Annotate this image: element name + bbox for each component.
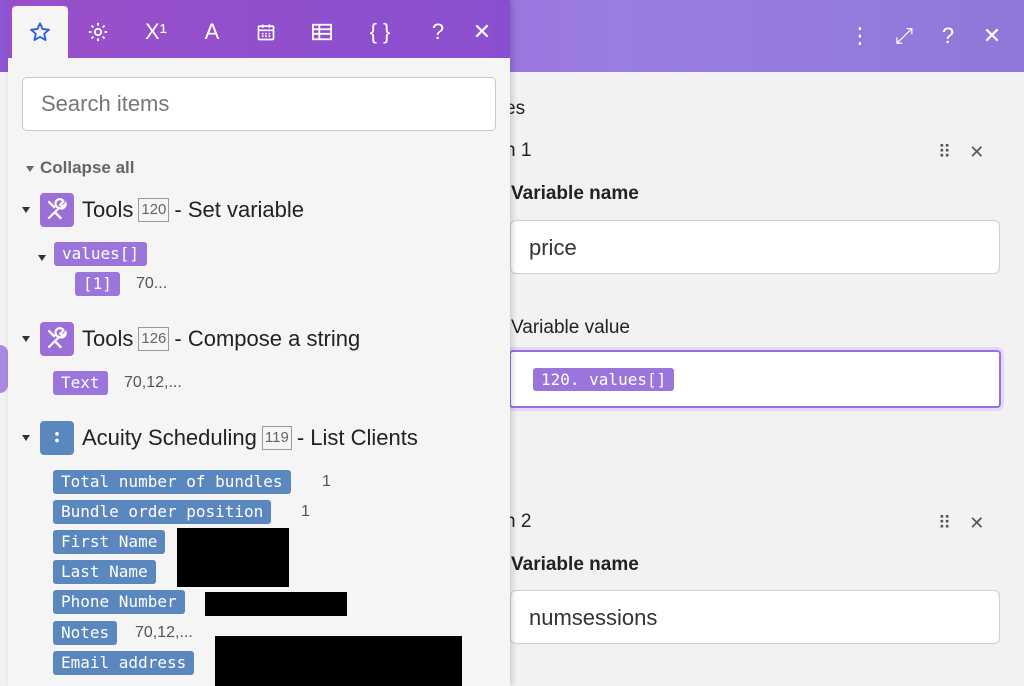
modal-actions: ⋮ ⤢ ? ✕ — [842, 18, 1010, 54]
more-vertical-icon[interactable]: ⋮ — [842, 18, 878, 54]
group-action: - List Clients — [296, 425, 418, 450]
help-button[interactable]: ? — [418, 6, 458, 58]
gear-icon — [88, 22, 108, 42]
module-id-badge: 120 — [138, 198, 170, 222]
module-edge — [0, 345, 8, 393]
redacted-value — [177, 528, 289, 587]
caret-down-icon — [26, 165, 34, 172]
item-pill[interactable]: Notes — [53, 621, 118, 645]
tab-math[interactable]: X¹ — [128, 6, 184, 58]
item-2-controls: ⠿ ✕ — [938, 513, 984, 534]
group-app-name: Tools — [82, 326, 134, 351]
item-pill[interactable]: Last Name — [53, 560, 156, 584]
module-id-badge: 126 — [138, 327, 170, 351]
variable-name-label: Variable name — [511, 554, 639, 575]
group-app-name: Tools — [82, 197, 134, 222]
item-pill[interactable]: Email address — [53, 651, 195, 675]
item-pill[interactable]: [1] — [75, 272, 120, 296]
tab-array[interactable] — [294, 6, 350, 58]
remove-item-icon[interactable]: ✕ — [969, 513, 984, 534]
variable-name-label: Variable name — [511, 183, 639, 204]
item-value: 1 — [301, 503, 310, 520]
group-action: - Set variable — [174, 197, 305, 222]
values-caret[interactable] — [38, 249, 52, 267]
variable-name-input[interactable]: price — [510, 220, 1000, 274]
drag-handle-icon[interactable]: ⠿ — [938, 513, 951, 534]
tools-app-icon — [40, 193, 74, 227]
mapping-panel: X¹ A { } ? ✕ Collapse all Tools 120 - — [8, 0, 510, 686]
close-icon[interactable]: ✕ — [974, 18, 1010, 54]
item-pill[interactable]: Total number of bundles — [53, 470, 291, 494]
star-icon — [30, 22, 50, 41]
close-button[interactable]: ✕ — [460, 6, 504, 58]
tab-text[interactable]: A — [184, 6, 240, 58]
caret-down-icon — [22, 207, 30, 213]
item-pill[interactable]: Bundle order position — [53, 500, 272, 524]
group-app-name: Acuity Scheduling — [82, 425, 257, 450]
item-value: 1 — [322, 473, 331, 490]
group-tools-compose-string[interactable]: Tools 126 - Compose a string — [22, 322, 360, 356]
table-icon — [312, 23, 332, 41]
tab-date[interactable] — [238, 6, 294, 58]
item-value: 70,12,... — [124, 374, 182, 391]
remove-item-icon[interactable]: ✕ — [969, 142, 984, 163]
group-tools-set-variable[interactable]: Tools 120 - Set variable — [22, 193, 304, 227]
item-pill[interactable]: Text — [53, 371, 108, 395]
tools-app-icon — [40, 322, 74, 356]
help-icon: ? — [431, 19, 445, 44]
braces-icon: { } — [369, 19, 391, 44]
caret-down-icon — [22, 435, 30, 441]
item-pill[interactable]: values[] — [54, 242, 148, 266]
mapped-value-pill[interactable]: 120. values[] — [533, 368, 675, 391]
caret-down-icon — [22, 336, 30, 342]
text-icon: A — [204, 19, 220, 44]
redacted-value — [205, 592, 347, 616]
tab-settings[interactable] — [70, 6, 126, 58]
collapse-all-toggle[interactable]: Collapse all — [26, 158, 134, 178]
close-icon: ✕ — [472, 19, 492, 44]
acuity-app-icon — [40, 421, 74, 455]
item-value: 70,12,... — [135, 624, 193, 641]
group-acuity-list-clients[interactable]: Acuity Scheduling 119 - List Clients — [22, 421, 418, 455]
drag-handle-icon[interactable]: ⠿ — [938, 142, 951, 163]
item-pill[interactable]: Phone Number — [53, 590, 185, 614]
help-icon[interactable]: ? — [930, 18, 966, 54]
item-value: 70... — [136, 275, 168, 292]
search-input[interactable] — [22, 77, 496, 131]
tab-general[interactable]: { } — [352, 6, 408, 58]
caret-down-icon — [38, 254, 46, 261]
variable-name-input[interactable]: numsessions — [510, 590, 1000, 644]
variable-value-input[interactable]: 120. values[] — [509, 350, 1001, 408]
group-action: - Compose a string — [174, 326, 361, 351]
item-1-controls: ⠿ ✕ — [938, 142, 984, 163]
mapping-tabbar: X¹ A { } ? ✕ — [8, 0, 510, 58]
module-id-badge: 119 — [261, 426, 292, 450]
redacted-value — [215, 636, 462, 686]
variable-value-label: Variable value — [511, 317, 631, 338]
calendar-icon — [257, 24, 275, 41]
collapse-all-label: Collapse all — [40, 158, 135, 177]
expand-icon[interactable]: ⤢ — [886, 18, 922, 54]
item-pill[interactable]: First Name — [53, 530, 166, 554]
superscript-icon: X¹ — [145, 19, 167, 44]
tab-favorites[interactable] — [12, 6, 68, 58]
